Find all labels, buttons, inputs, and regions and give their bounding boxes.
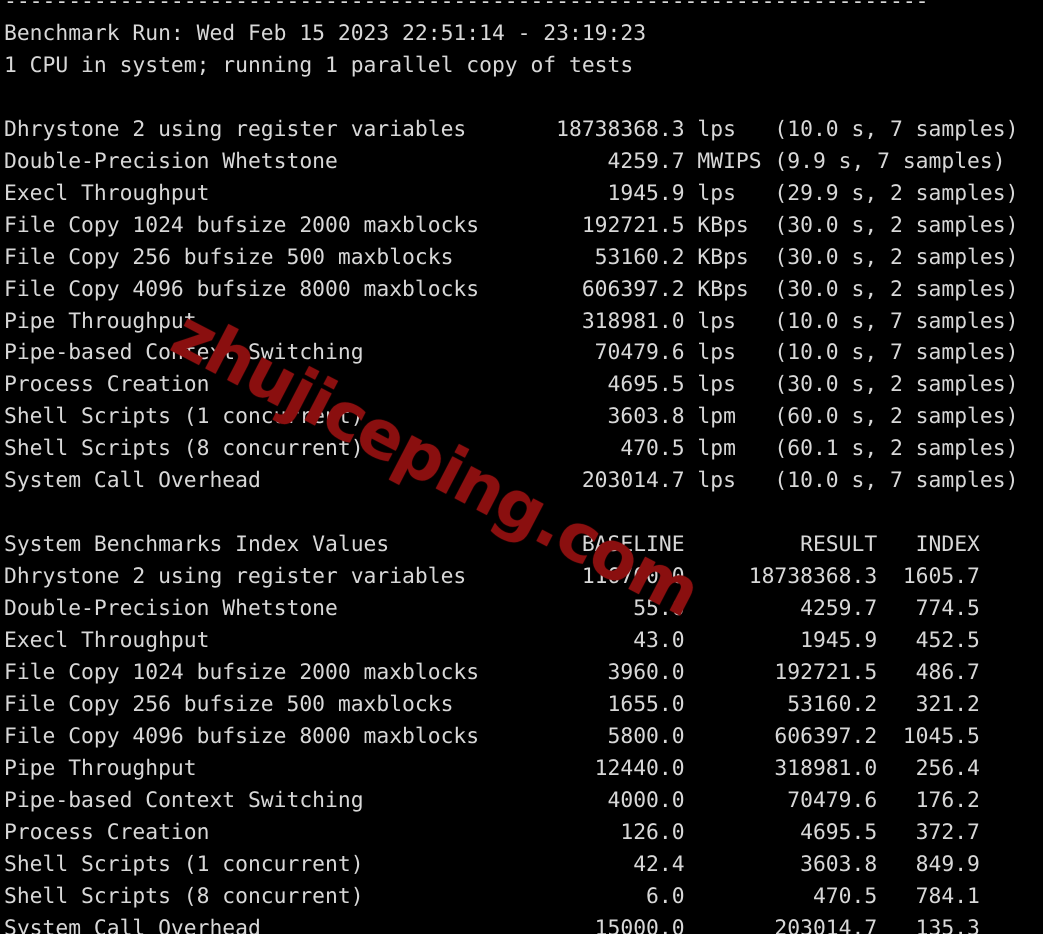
terminal-output: ----------------------------------------…	[4, 0, 1019, 934]
terminal-window: ----------------------------------------…	[0, 0, 1043, 934]
